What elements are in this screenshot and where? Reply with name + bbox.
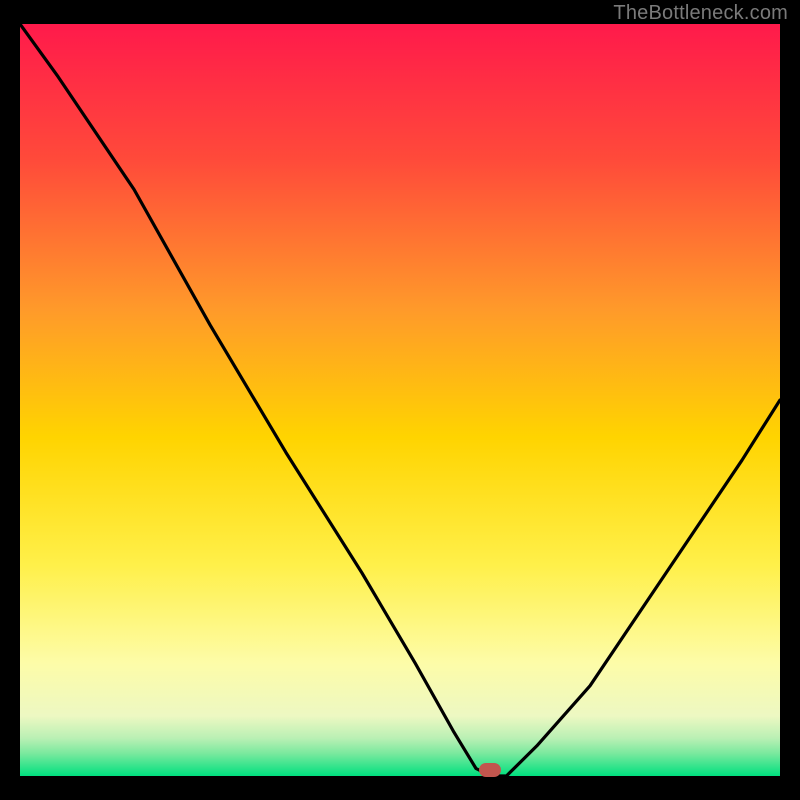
gradient-background [20, 24, 780, 776]
plot-area [20, 24, 780, 776]
chart-svg [20, 24, 780, 776]
optimal-marker [479, 763, 501, 777]
watermark-text: TheBottleneck.com [613, 2, 788, 25]
chart-frame: TheBottleneck.com [0, 0, 800, 800]
